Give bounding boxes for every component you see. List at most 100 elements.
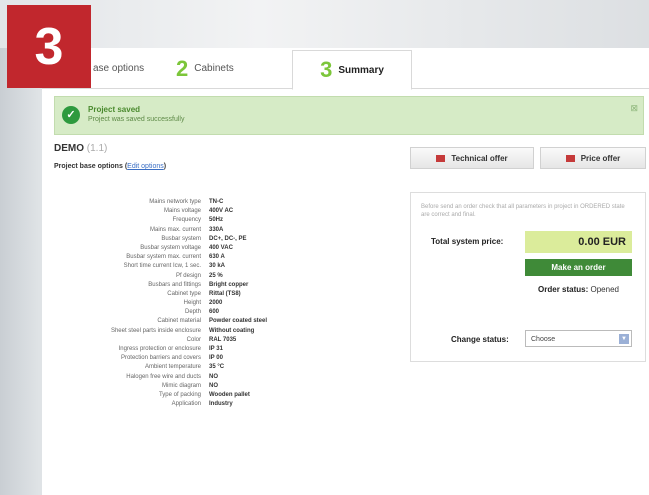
top-header-bar <box>0 0 649 48</box>
order-status-label: Order status: <box>538 285 589 294</box>
spec-key: Depth <box>184 309 201 316</box>
price-offer-label: Price offer <box>580 153 621 163</box>
spec-row: Busbar system voltage 400 VAC <box>54 244 354 253</box>
tab-label: Summary <box>338 64 384 76</box>
spec-key: Busbar system max. current <box>126 254 201 261</box>
check-icon: ✓ <box>62 106 80 124</box>
tab-number: 3 <box>320 57 333 82</box>
spec-row: Halogen free wire and ducts NO <box>54 373 354 382</box>
tab-label: ase options <box>93 63 145 74</box>
spec-key: Ambient temperature <box>144 364 201 371</box>
spec-row: Cabinet type Rittal (TS8) <box>54 290 354 299</box>
base-options-label: Project base options <box>54 163 123 170</box>
total-price-value: 0.00 EUR <box>525 231 632 253</box>
spec-row: Mains voltage 400V AC <box>54 207 354 216</box>
spec-value: NO <box>209 382 218 389</box>
project-name: DEMO <box>54 143 84 154</box>
spec-value: Wooden pallet <box>209 391 250 398</box>
project-title: DEMO (1.1) <box>54 143 107 154</box>
order-panel: Before send an order check that all para… <box>410 192 646 362</box>
spec-row: Short time current Icw, 1 sec. 30 kA <box>54 262 354 271</box>
spec-key: Sheet steel parts inside enclosure <box>110 327 201 334</box>
spec-value: 25 % <box>209 272 223 279</box>
make-order-button[interactable]: Make an order <box>525 259 632 276</box>
spec-value: 50Hz <box>209 217 224 224</box>
spec-value: Without coating <box>209 327 255 334</box>
tab-base-options[interactable]: ase options <box>87 50 177 87</box>
spec-key: Busbars and fittings <box>148 281 201 288</box>
notification-message: Project was saved successfully <box>88 116 185 123</box>
technical-offer-button[interactable]: Technical offer <box>410 147 534 169</box>
spec-row: Ambient temperature 35 °C <box>54 363 354 372</box>
spec-row: Mains network type TN-C <box>54 198 354 207</box>
project-spec-list: Mains network type TN-C Mains voltage 400V … <box>54 198 354 409</box>
spec-value: Rittal (TS8) <box>209 290 241 297</box>
spec-key: Mains network type <box>149 199 201 205</box>
spec-key: Ingress protection or enclosure <box>118 346 201 352</box>
spec-value: DC+, DC-, PE <box>209 235 247 242</box>
order-status-value: Opened <box>590 285 619 294</box>
spec-value: 330A <box>209 226 224 233</box>
select-value: Choose <box>531 336 556 343</box>
spec-row: Frequency 50Hz <box>54 216 354 225</box>
spec-value: 35 °C <box>209 364 225 371</box>
pdf-icon <box>565 154 575 162</box>
spec-row: Busbar system DC+, DC-, PE <box>54 235 354 244</box>
order-info-text: Before send an order check that all para… <box>421 204 625 218</box>
edit-options-link[interactable]: Edit options <box>127 163 164 170</box>
spec-key: Application <box>171 401 201 408</box>
project-version: (1.1) <box>86 143 108 154</box>
project-base-options: Project base options (Edit options) <box>54 163 167 170</box>
spec-row: Height 2000 <box>54 299 354 308</box>
price-offer-button[interactable]: Price offer <box>540 147 646 169</box>
spec-key: Height <box>183 300 201 307</box>
spec-key: Color <box>186 336 201 343</box>
tab-cabinets[interactable]: 2 Cabinets <box>176 50 286 87</box>
spec-key: Frequency <box>172 217 201 224</box>
spec-row: Protection barriers and covers IP 00 <box>54 354 354 363</box>
spec-row: Type of packing Wooden pallet <box>54 391 354 400</box>
technical-offer-label: Technical offer <box>451 153 508 163</box>
spec-value: 630 A <box>209 254 225 261</box>
spec-row: Ingress protection or enclosure IP 31 <box>54 345 354 354</box>
spec-value: IP 31 <box>209 346 223 352</box>
tab-summary[interactable]: 3 Summary <box>292 50 412 90</box>
spec-value: TN-C <box>209 199 224 205</box>
spec-row: Pf design 25 % <box>54 272 354 281</box>
spec-row: Busbar system max. current 630 A <box>54 253 354 262</box>
spec-key: Short time current Icw, 1 sec. <box>123 263 201 270</box>
spec-value: Industry <box>209 401 233 408</box>
spec-value: 400 VAC <box>209 244 233 251</box>
change-status-label: Change status: <box>451 335 509 344</box>
spec-key: Mimic diagram <box>161 382 201 389</box>
notification-title: Project saved <box>88 105 141 114</box>
tab-label: Cabinets <box>194 63 234 74</box>
spec-value: RAL 7035 <box>209 336 237 343</box>
spec-row: Color RAL 7035 <box>54 336 354 345</box>
spec-key: Mains max. current <box>149 226 201 233</box>
step-number-badge: 3 <box>7 5 91 88</box>
spec-value: Bright copper <box>209 281 249 288</box>
close-icon[interactable]: ⊠ <box>630 103 638 114</box>
spec-key: Protection barriers and covers <box>120 355 201 362</box>
spec-key: Type of packing <box>158 391 201 398</box>
spec-row: Sheet steel parts inside enclosure Withou… <box>54 327 354 336</box>
pdf-icon <box>436 154 446 162</box>
spec-row: Cabinet material Powder coated steel <box>54 317 354 326</box>
chevron-down-icon[interactable]: ▼ <box>619 334 629 344</box>
total-price-label: Total system price: <box>431 237 504 246</box>
spec-value: 400V AC <box>209 208 234 215</box>
wizard-tabs: ase options 2 Cabinets 3 Summary <box>42 50 649 90</box>
spec-key: Cabinet type <box>167 290 201 297</box>
spec-row: Mains max. current 330A <box>54 226 354 235</box>
spec-row: Busbars and fittings Bright copper <box>54 281 354 290</box>
success-notification: ✓ Project saved Project was saved succes… <box>54 96 644 135</box>
spec-row: Depth 600 <box>54 308 354 317</box>
spec-value: 30 kA <box>209 263 226 270</box>
change-status-select[interactable]: Choose ▼ <box>525 330 632 347</box>
spec-key: Busbar system <box>161 235 201 242</box>
spec-value: 600 <box>209 309 220 316</box>
spec-key: Cabinet material <box>157 318 201 325</box>
spec-key: Halogen free wire and ducts <box>126 373 201 380</box>
spec-key: Pf design <box>175 272 201 279</box>
